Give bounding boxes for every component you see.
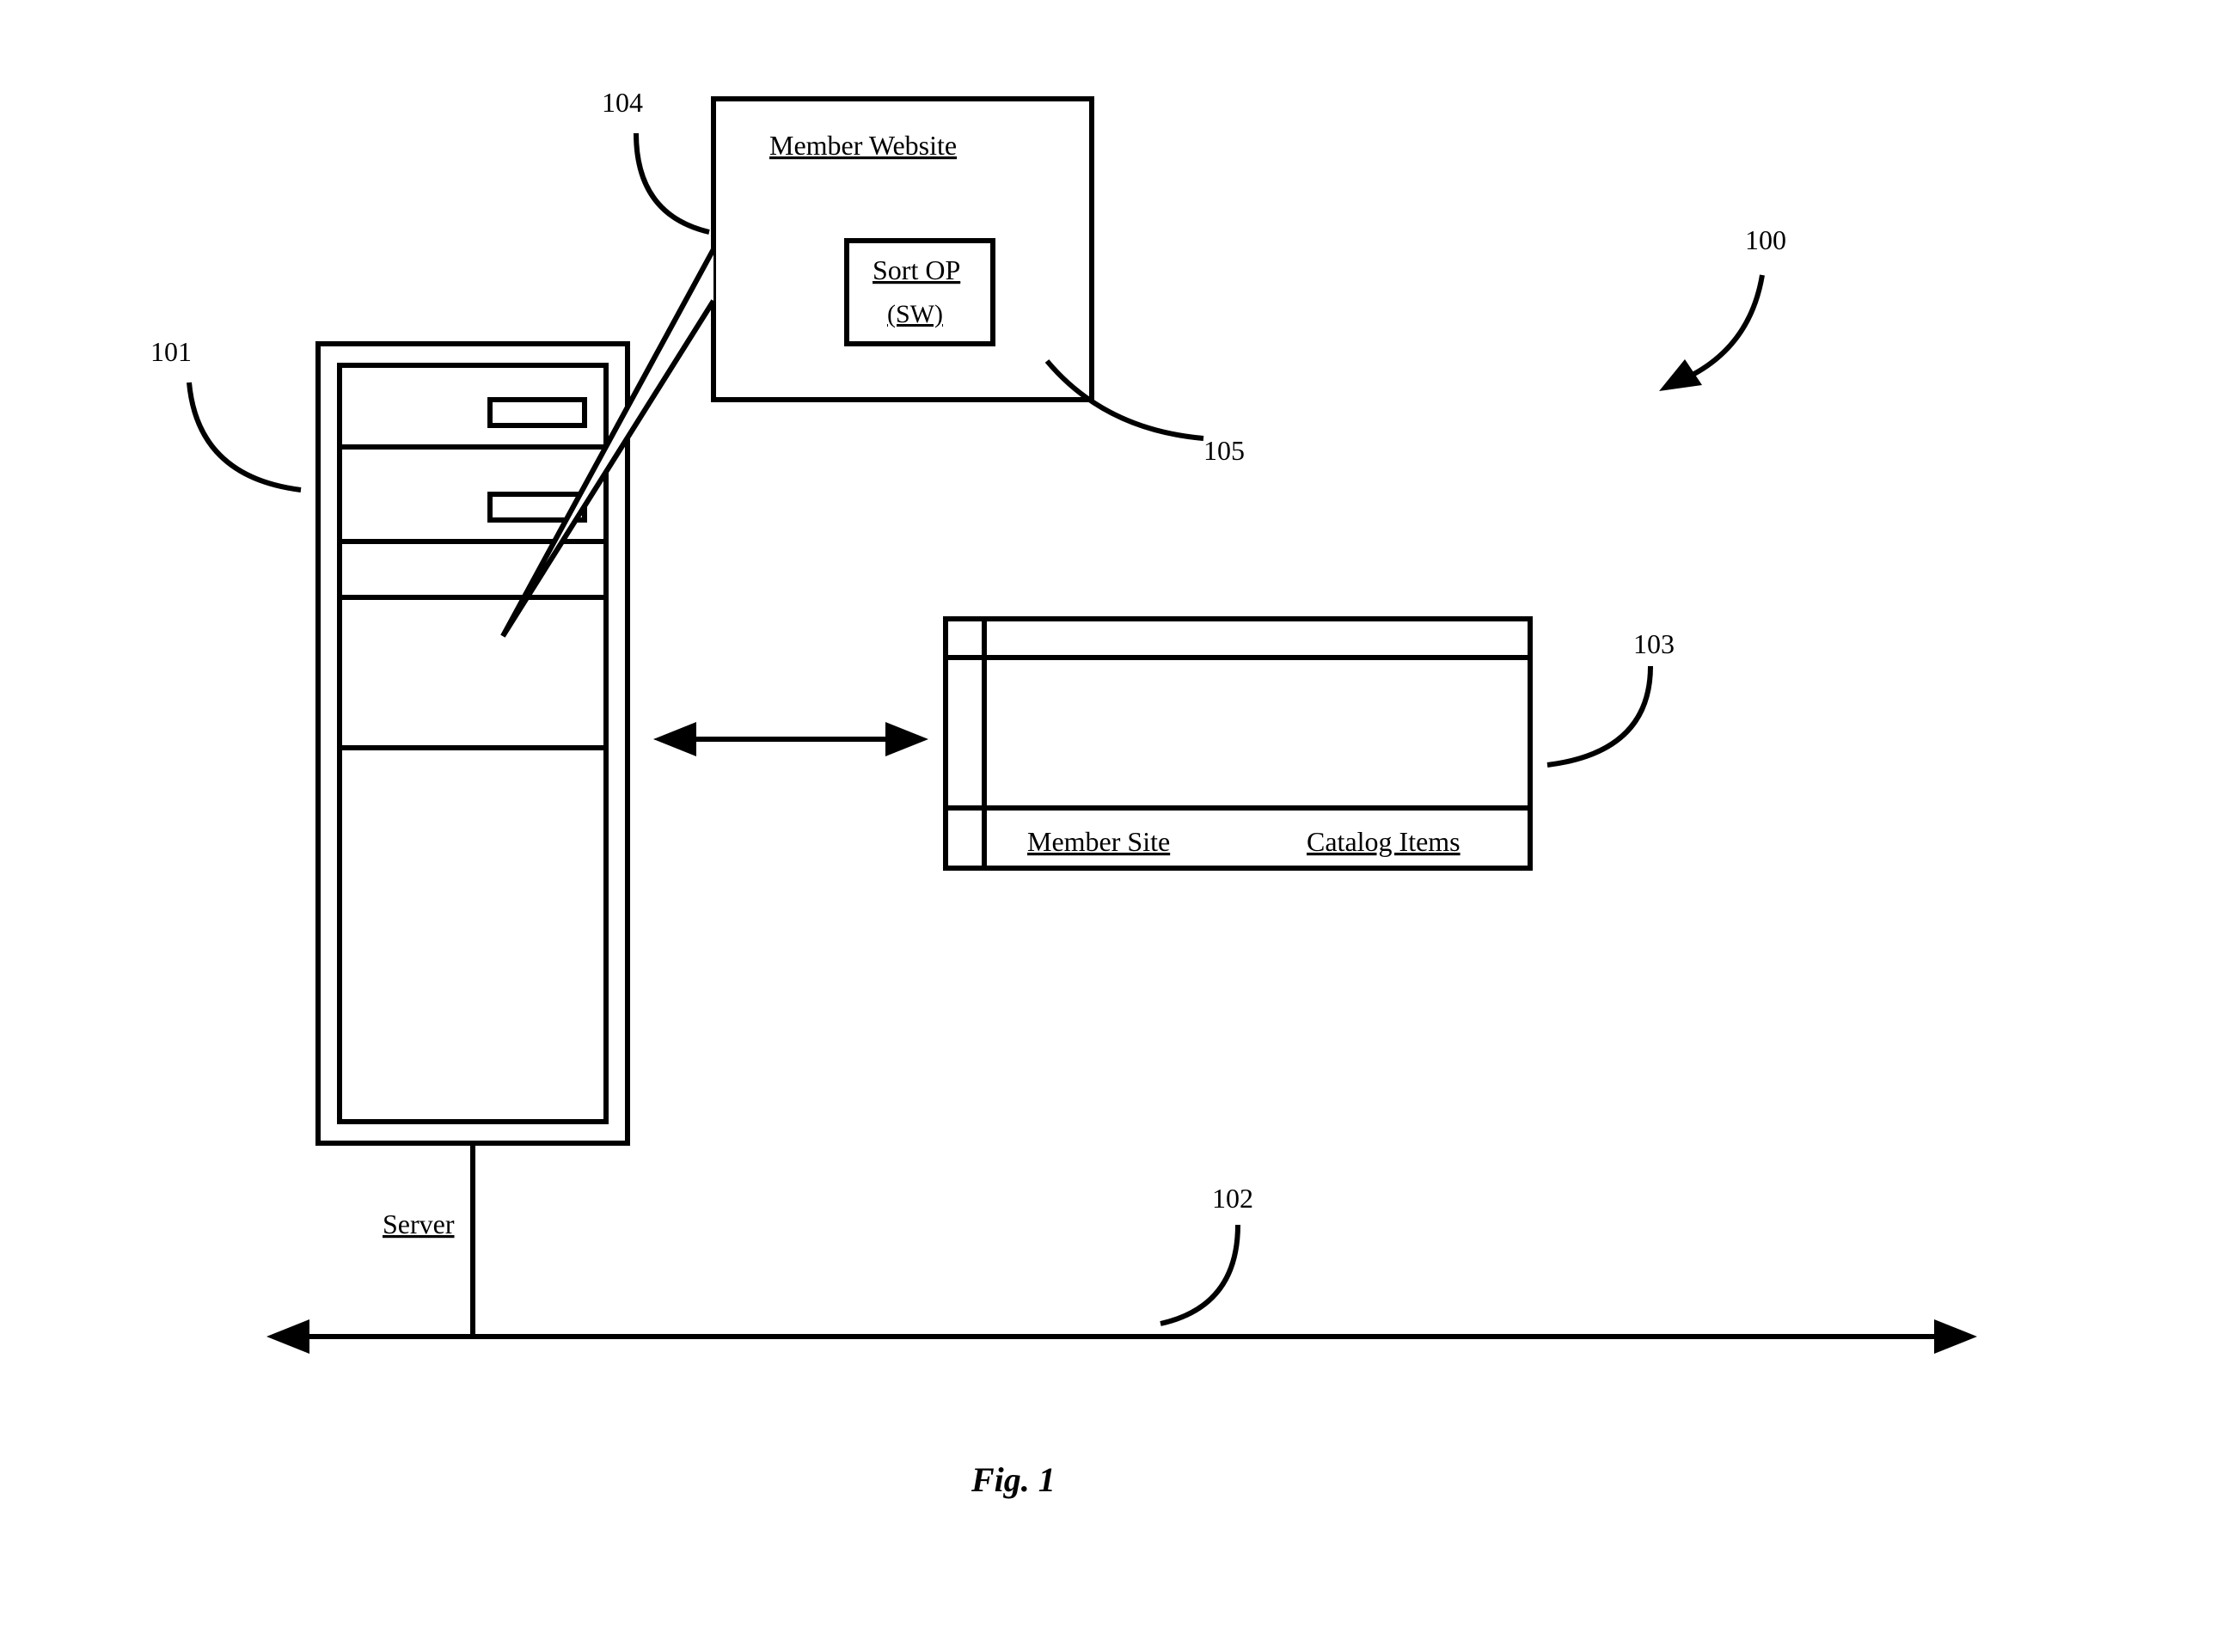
server-label: Server (383, 1208, 455, 1239)
ref-100: 100 (1745, 224, 1786, 255)
ref-102: 102 (1212, 1183, 1253, 1214)
ref-101-leader (189, 382, 301, 490)
member-site-label: Member Site (1027, 826, 1170, 857)
sort-op-line1: Sort OP (873, 254, 960, 285)
catalog-items-label: Catalog Items (1307, 826, 1460, 857)
server-tower (318, 344, 628, 1143)
diagram-figure: Server Member Site Catalog Items Memb (0, 0, 2229, 1652)
ref-103-leader (1547, 666, 1650, 765)
ref-105: 105 (1203, 435, 1245, 466)
member-website-label: Member Website (769, 130, 957, 161)
ref-102-leader (1160, 1225, 1238, 1324)
sort-op-line2: (SW) (887, 300, 943, 328)
ref-101: 101 (150, 336, 192, 367)
ref-104-leader (636, 133, 709, 232)
ref-103: 103 (1633, 628, 1675, 659)
ref-104: 104 (602, 87, 643, 118)
network-line (266, 1319, 1977, 1354)
figure-label: Fig. 1 (971, 1460, 1056, 1499)
server-db-arrow (653, 722, 928, 756)
